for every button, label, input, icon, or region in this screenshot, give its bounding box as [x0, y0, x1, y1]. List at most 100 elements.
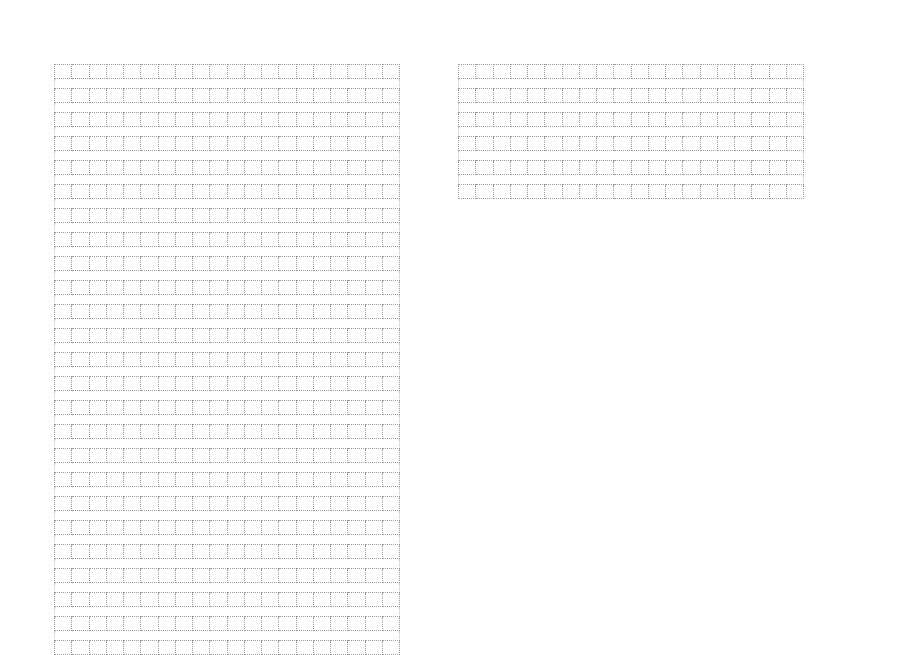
writing-cell — [141, 65, 158, 79]
writing-cell — [365, 113, 382, 127]
gap-cell — [614, 151, 631, 161]
gap-cell — [158, 415, 175, 425]
gap-cell — [244, 295, 261, 305]
gap-cell — [89, 199, 106, 209]
gap-cell — [72, 79, 89, 89]
gap-cell — [227, 319, 244, 329]
writing-cell — [55, 281, 72, 295]
writing-cell — [579, 185, 596, 199]
gap-cell — [72, 127, 89, 137]
gap-cell — [313, 511, 330, 521]
writing-cell — [106, 521, 123, 535]
writing-cell — [175, 329, 192, 343]
writing-cell — [382, 401, 399, 415]
writing-cell — [348, 113, 365, 127]
gap-cell — [279, 391, 296, 401]
gap-cell — [175, 79, 192, 89]
gap-cell — [124, 175, 141, 185]
gap-cell — [279, 367, 296, 377]
writing-cell — [72, 89, 89, 103]
gap-cell — [55, 223, 72, 233]
gap-cell — [331, 127, 348, 137]
writing-cell — [365, 89, 382, 103]
writing-cell — [175, 233, 192, 247]
writing-cell — [106, 593, 123, 607]
writing-cell — [244, 233, 261, 247]
gap-cell — [683, 127, 700, 137]
writing-cell — [175, 545, 192, 559]
writing-cell — [158, 521, 175, 535]
writing-cell — [700, 113, 717, 127]
gap-cell — [89, 295, 106, 305]
writing-cell — [313, 137, 330, 151]
writing-cell — [279, 593, 296, 607]
writing-cell — [141, 257, 158, 271]
gap-cell — [648, 127, 665, 137]
writing-cell — [55, 89, 72, 103]
writing-cell — [493, 89, 510, 103]
writing-cell — [331, 521, 348, 535]
gap-cell — [510, 79, 527, 89]
gap-cell — [106, 319, 123, 329]
gap-cell — [365, 247, 382, 257]
writing-cell — [124, 281, 141, 295]
writing-cell — [717, 161, 734, 175]
gap-cell — [786, 127, 803, 137]
gap-cell — [55, 415, 72, 425]
gap-cell — [382, 583, 399, 593]
writing-row — [459, 65, 804, 79]
gap-cell — [141, 127, 158, 137]
writing-cell — [141, 545, 158, 559]
gap-cell — [55, 151, 72, 161]
gap-cell — [735, 175, 752, 185]
gap-cell — [296, 631, 313, 641]
writing-cell — [348, 641, 365, 655]
writing-cell — [331, 449, 348, 463]
writing-cell — [365, 545, 382, 559]
gap-cell — [158, 127, 175, 137]
gap-cell — [72, 175, 89, 185]
writing-row — [55, 329, 400, 343]
writing-cell — [348, 329, 365, 343]
gap-cell — [331, 223, 348, 233]
writing-cell — [331, 641, 348, 655]
writing-cell — [210, 377, 227, 391]
writing-cell — [493, 185, 510, 199]
writing-cell — [106, 161, 123, 175]
writing-cell — [193, 161, 210, 175]
writing-row — [55, 113, 400, 127]
writing-cell — [545, 113, 562, 127]
writing-cell — [106, 353, 123, 367]
gap-cell — [89, 583, 106, 593]
writing-cell — [331, 473, 348, 487]
writing-cell — [279, 641, 296, 655]
gap-cell — [348, 175, 365, 185]
gap-cell — [262, 535, 279, 545]
writing-cell — [579, 137, 596, 151]
gap-cell — [365, 79, 382, 89]
writing-cell — [382, 185, 399, 199]
writing-cell — [227, 257, 244, 271]
writing-cell — [683, 185, 700, 199]
writing-row — [55, 569, 400, 583]
writing-cell — [72, 185, 89, 199]
gap-cell — [296, 127, 313, 137]
writing-cell — [700, 89, 717, 103]
writing-cell — [210, 329, 227, 343]
gap-row — [55, 487, 400, 497]
gap-cell — [193, 439, 210, 449]
gap-cell — [210, 367, 227, 377]
gap-cell — [700, 175, 717, 185]
gap-cell — [528, 151, 545, 161]
writing-cell — [348, 545, 365, 559]
gap-cell — [262, 127, 279, 137]
writing-cell — [262, 425, 279, 439]
writing-cell — [244, 497, 261, 511]
writing-row — [55, 377, 400, 391]
gap-cell — [296, 343, 313, 353]
writing-cell — [382, 209, 399, 223]
gap-row — [55, 535, 400, 545]
writing-cell — [158, 497, 175, 511]
gap-row — [55, 199, 400, 209]
gap-cell — [313, 439, 330, 449]
